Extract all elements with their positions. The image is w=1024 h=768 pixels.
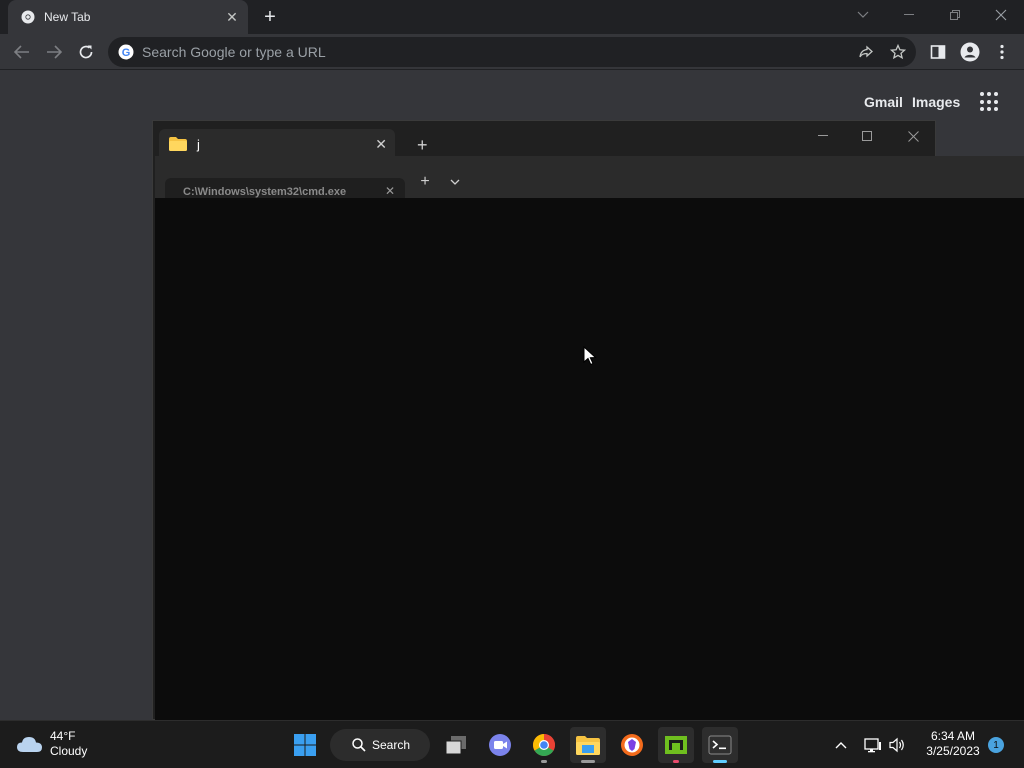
terminal-dropdown-icon[interactable] [445,172,465,192]
reload-icon[interactable] [72,38,100,66]
google-apps-icon[interactable] [980,92,1000,112]
chrome-taskbar-icon[interactable] [526,727,562,763]
task-view-icon[interactable] [438,727,474,763]
taskbar-clock[interactable]: 6:34 AM 3/25/2023 [918,729,988,759]
minimize-icon[interactable] [886,0,932,30]
search-icon [352,738,366,752]
menu-icon[interactable] [988,38,1016,66]
tab-new-tab[interactable]: New Tab ✕ [8,0,248,34]
omnibox[interactable]: G Search Google or type a URL [108,37,916,67]
back-icon[interactable] [8,38,36,66]
explorer-close-icon[interactable] [893,125,933,147]
network-icon[interactable] [862,735,884,755]
weather-widget[interactable]: 44°F Cloudy [16,729,87,759]
restore-icon[interactable] [932,0,978,30]
active-indicator [713,760,727,763]
brave-browser-icon[interactable] [614,727,650,763]
terminal-taskbar-icon[interactable] [702,727,738,763]
start-button[interactable] [287,727,323,763]
terminal-window: C:\Windows\system32\cmd.exe ✕ + [155,156,1024,720]
explorer-minimize-icon[interactable] [803,125,843,147]
browser-tab-strip: New Tab ✕ + [0,0,1024,34]
terminal-new-tab-button[interactable]: + [415,172,435,192]
running-indicator [581,760,595,763]
explorer-maximize-icon[interactable] [847,125,887,147]
running-indicator [673,760,679,763]
terminal-tab-title: C:\Windows\system32\cmd.exe [183,186,347,198]
explorer-new-tab-button[interactable]: + [417,135,428,156]
volume-icon[interactable] [886,735,908,755]
new-tab-button[interactable]: + [258,6,282,28]
weather-desc: Cloudy [50,744,88,758]
clock-time: 6:34 AM [930,729,976,743]
images-link[interactable]: Images [912,94,960,110]
terminal-tab-cmd[interactable]: C:\Windows\system32\cmd.exe ✕ [165,178,405,198]
clock-date: 3/25/2023 [926,744,980,758]
google-icon: G [118,44,134,60]
tab-close-icon[interactable]: ✕ [224,9,240,25]
explorer-tab-close-icon[interactable]: ✕ [375,136,387,153]
omnibox-placeholder: Search Google or type a URL [142,44,326,60]
mouse-cursor-icon [583,345,597,366]
chevron-up-icon[interactable] [830,735,852,755]
weather-temp: 44°F [50,729,76,743]
close-window-icon[interactable] [978,0,1024,30]
share-icon[interactable] [852,37,880,67]
svg-text:G: G [122,47,131,59]
terminal-titlebar: C:\Windows\system32\cmd.exe ✕ + [155,156,1024,198]
side-panel-icon[interactable] [924,38,952,66]
teams-chat-icon[interactable] [482,727,518,763]
running-indicator [541,760,547,763]
taskbar: 44°F Cloudy Search 6:34 AM 3/25/2023 1 [0,720,1024,768]
forward-icon[interactable] [40,38,68,66]
taskbar-search-button[interactable]: Search [330,729,430,761]
tab-title: New Tab [44,10,91,24]
cloud-icon [16,734,44,754]
file-explorer-taskbar-icon[interactable] [570,727,606,763]
tab-search-icon[interactable] [840,0,886,30]
browser-toolbar: G Search Google or type a URL [0,34,1024,70]
profile-icon[interactable] [956,38,984,66]
star-icon[interactable] [884,37,912,67]
terminal-body[interactable] [155,198,1024,720]
chrome-icon [20,9,36,25]
folder-icon [169,137,187,151]
explorer-tab-title: j [197,136,200,152]
explorer-tab-j[interactable]: j ✕ [159,129,395,159]
gmail-link[interactable]: Gmail [864,94,903,110]
notification-badge[interactable]: 1 [988,737,1004,753]
search-label: Search [372,738,411,752]
terminal-tab-close-icon[interactable]: ✕ [385,184,395,198]
green-app-icon[interactable] [658,727,694,763]
